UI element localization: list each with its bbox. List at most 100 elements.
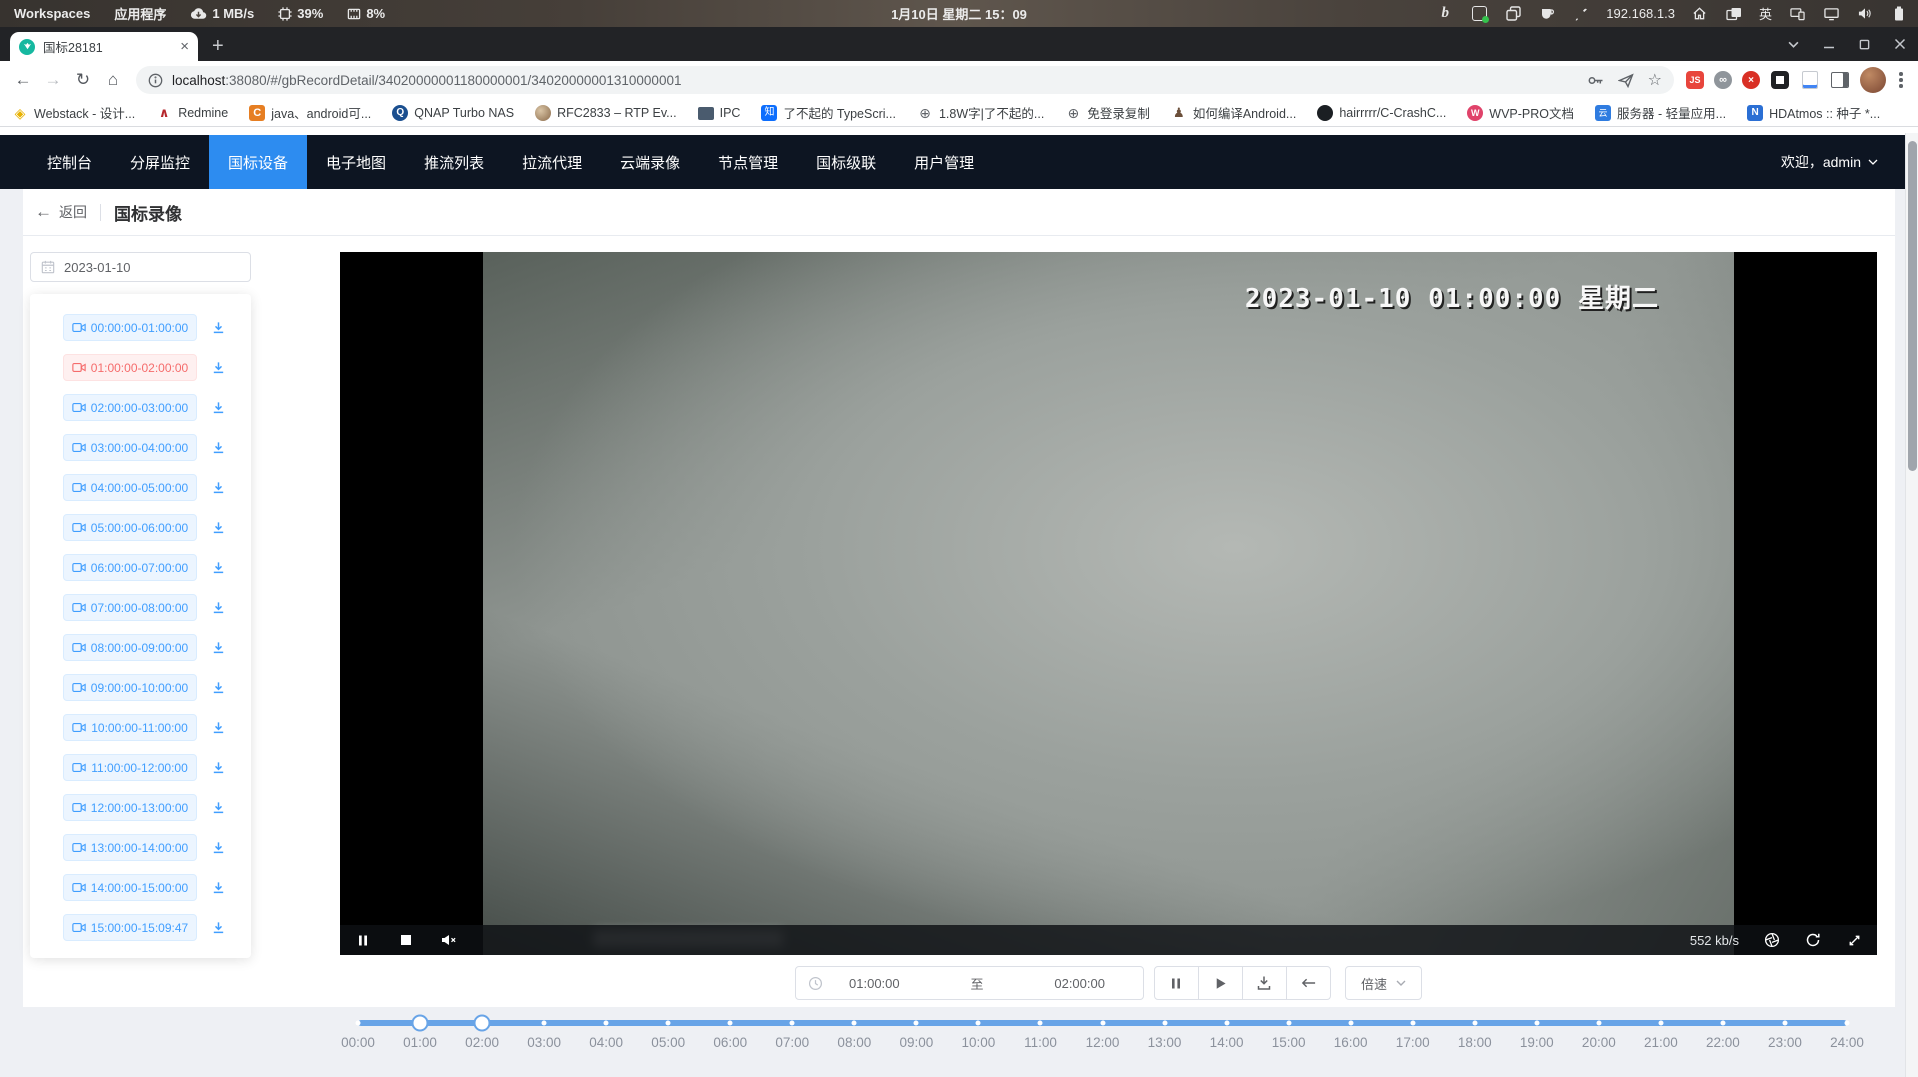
segment-download-icon[interactable] [211,760,226,775]
player-pause-icon[interactable] [355,932,371,948]
segment-download-icon[interactable] [211,320,226,335]
player-stop-icon[interactable] [398,932,414,948]
segment-play-button[interactable]: 13:00:00-14:00:00 [63,834,197,861]
video-player[interactable]: 2023-01-10 01:00:00 星期二 552 kb/s [340,252,1877,955]
nav-tab[interactable]: 控制台 [28,135,111,189]
window-close-icon[interactable] [1894,38,1906,50]
tray-app-notification-icon[interactable] [1470,5,1488,23]
timeline-handle[interactable] [412,1015,429,1032]
bookmark-item[interactable]: ⊕ 免登录复制 [1065,103,1150,122]
play-button[interactable] [1198,966,1243,1000]
segment-play-button[interactable]: 10:00:00-11:00:00 [63,714,197,741]
snapshot-aperture-icon[interactable] [1764,932,1780,948]
workspaces-button[interactable]: Workspaces [14,6,90,21]
tray-coffee-icon[interactable] [1538,5,1556,23]
network-speed-indicator[interactable]: 1 MB/s [190,6,254,21]
bookmark-item[interactable]: Q QNAP Turbo NAS [392,105,514,121]
password-key-icon[interactable] [1587,73,1604,88]
user-menu[interactable]: 欢迎，admin [1781,152,1918,172]
tray-ip-address[interactable]: 192.168.1.3 [1606,6,1675,21]
segment-play-button[interactable]: 08:00:00-09:00:00 [63,634,197,661]
tray-color-picker-icon[interactable] [1572,5,1590,23]
segment-play-button[interactable]: 02:00:00-03:00:00 [63,394,197,421]
tray-input-method-indicator[interactable]: 英 [1759,4,1772,23]
download-button[interactable] [1242,966,1287,1000]
date-picker-input[interactable]: 2023-01-10 [30,252,251,282]
bookmark-item[interactable]: N HDAtmos :: 种子 *... [1747,103,1880,122]
fullscreen-icon[interactable] [1846,932,1862,948]
back-button[interactable]: ← [8,70,38,90]
segment-play-button[interactable]: 01:00:00-02:00:00 [63,354,197,381]
segment-download-icon[interactable] [211,800,226,815]
segment-play-button[interactable]: 07:00:00-08:00:00 [63,594,197,621]
segment-play-button[interactable]: 11:00:00-12:00:00 [63,754,197,781]
tray-home-icon[interactable] [1691,5,1709,23]
nav-tab[interactable]: 云端录像 [601,135,699,189]
side-panel-icon[interactable] [1830,70,1850,90]
playback-speed-dropdown[interactable]: 倍速 [1345,966,1422,1000]
segment-download-icon[interactable] [211,480,226,495]
segment-download-icon[interactable] [211,600,226,615]
segment-download-icon[interactable] [211,920,226,935]
segment-play-button[interactable]: 06:00:00-07:00:00 [63,554,197,581]
segment-play-button[interactable]: 15:00:00-15:09:47 [63,914,197,941]
segment-download-icon[interactable] [211,640,226,655]
segment-play-button[interactable]: 09:00:00-10:00:00 [63,674,197,701]
back-link[interactable]: ← 返回 [35,202,87,222]
nav-tab[interactable]: 分屏监控 [111,135,209,189]
window-maximize-icon[interactable] [1859,39,1870,50]
end-time-value[interactable]: 02:00:00 [1028,976,1131,991]
scrollbar-thumb[interactable] [1908,141,1917,471]
time-range-input[interactable]: 01:00:00 至 02:00:00 [795,966,1144,1000]
segment-play-button[interactable]: 00:00:00-01:00:00 [63,314,197,341]
tray-workspace-switcher-icon[interactable] [1725,5,1743,23]
profile-avatar[interactable] [1860,67,1886,93]
pause-button[interactable] [1154,966,1199,1000]
segment-play-button[interactable]: 14:00:00-15:00:00 [63,874,197,901]
bookmark-item[interactable]: ♟ 如何编译Android... [1171,103,1297,122]
new-tab-button[interactable]: + [212,36,224,56]
extension-icon-js[interactable]: JS [1686,71,1704,89]
memory-usage-indicator[interactable]: 8% [347,6,385,21]
segment-play-button[interactable]: 12:00:00-13:00:00 [63,794,197,821]
forward-button[interactable]: → [38,70,68,90]
browser-menu-icon[interactable] [1892,72,1910,88]
share-icon[interactable] [1618,73,1634,88]
bookmark-item[interactable]: ⊕ 1.8W字|了不起的... [917,103,1044,122]
segment-download-icon[interactable] [211,680,226,695]
tray-browser-icon[interactable]: b [1436,5,1454,23]
bookmark-item[interactable]: 知 了不起的 TypeScri... [761,103,896,122]
address-bar[interactable]: localhost:38080/#/gbRecordDetail/3402000… [136,66,1674,94]
page-scrollbar[interactable] [1905,133,1918,1077]
window-minimize-icon[interactable] [1823,38,1835,50]
nav-tab[interactable]: 电子地图 [307,135,405,189]
segment-play-button[interactable]: 03:00:00-04:00:00 [63,434,197,461]
segment-play-button[interactable]: 05:00:00-06:00:00 [63,514,197,541]
segment-download-icon[interactable] [211,880,226,895]
nav-tab[interactable]: 推流列表 [405,135,503,189]
bookmark-item[interactable]: 云 服务器 - 轻量应用... [1595,103,1726,122]
extension-icon-blocker[interactable]: × [1742,71,1760,89]
segment-download-icon[interactable] [211,440,226,455]
extension-icon-dark[interactable] [1770,70,1790,90]
refresh-icon[interactable] [1805,932,1821,948]
page-info-icon[interactable] [148,73,163,88]
seek-back-button[interactable] [1286,966,1331,1000]
system-clock[interactable]: 1月10日 星期二 15：09 [891,4,1027,23]
segment-download-icon[interactable] [211,720,226,735]
bookmark-item[interactable]: ∧ Redmine [156,105,228,121]
nav-tab[interactable]: 节点管理 [699,135,797,189]
bookmark-item[interactable]: RFC2833 – RTP Ev... [535,105,677,121]
bookmark-item[interactable]: IPC [698,105,741,120]
bookmark-item[interactable]: hairrrrr/C-CrashC... [1317,105,1446,121]
tray-volume-icon[interactable] [1856,5,1874,23]
tray-display-icon[interactable] [1822,5,1840,23]
segment-download-icon[interactable] [211,360,226,375]
extension-icon-doc[interactable] [1800,70,1820,90]
timeline-track[interactable] [358,1020,1847,1026]
tab-close-icon[interactable]: × [180,39,189,54]
home-button[interactable]: ⌂ [98,70,128,90]
tray-phonelink-icon[interactable] [1788,5,1806,23]
segment-download-icon[interactable] [211,840,226,855]
bookmark-item[interactable]: W WVP-PRO文档 [1467,103,1574,122]
